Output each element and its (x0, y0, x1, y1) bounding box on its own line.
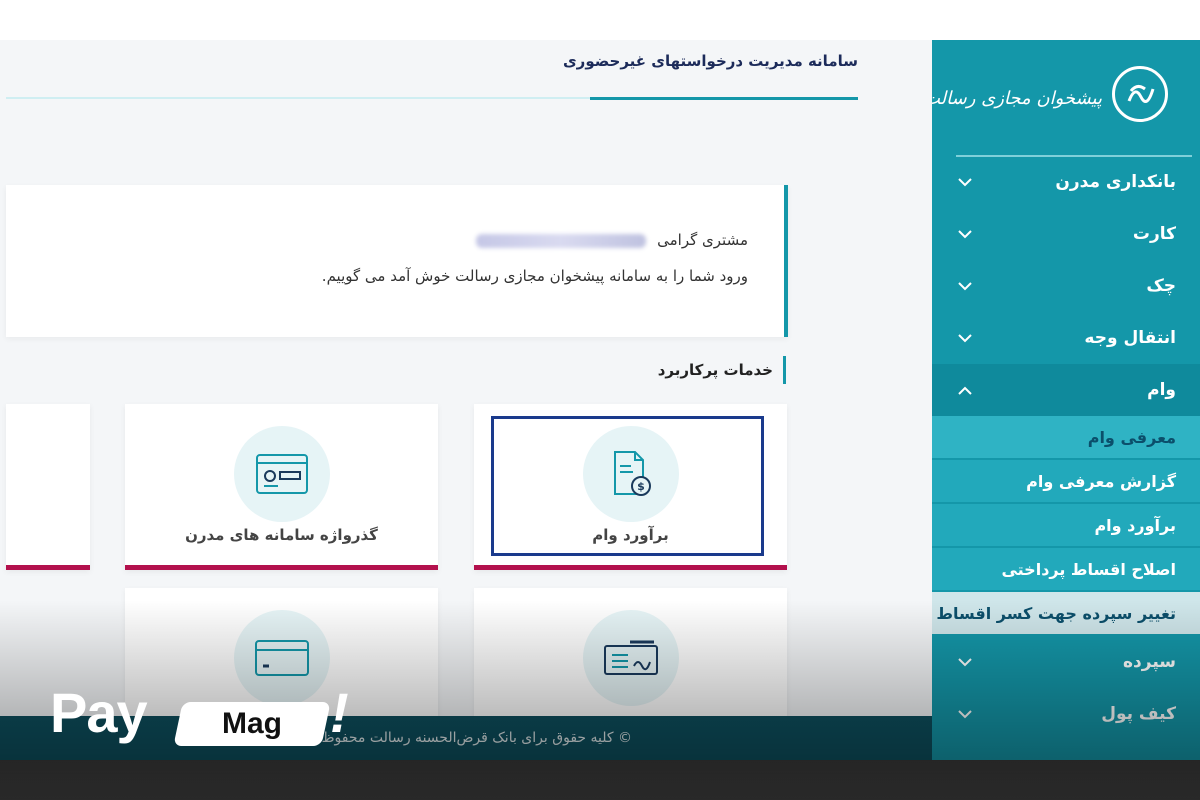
bank-logo-icon (1112, 66, 1168, 122)
greeting-line: مشتری گرامی (476, 231, 748, 249)
sidebar-item-label: کیف پول (1101, 704, 1176, 724)
sidebar-item-label: سپرده (1123, 652, 1176, 672)
id-card-icon (233, 426, 330, 522)
welcome-card: مشتری گرامی ورود شما را به سامانه پیشخوا… (6, 185, 788, 337)
logo-text: پیشخوان مجازی رسالت (932, 88, 1102, 109)
submenu-loan-intro-report[interactable]: گزارش معرفی وام (932, 460, 1200, 504)
bank-card-icon (233, 610, 330, 706)
sidebar-item-wallet[interactable]: کیف پول (932, 688, 1200, 740)
chevron-down-icon (954, 171, 976, 193)
chevron-up-icon (954, 379, 976, 401)
sidebar-item-label: چک (1146, 276, 1176, 296)
chevron-down-icon (954, 275, 976, 297)
services-section-title: خدمات پرکاربرد (658, 356, 786, 384)
logo-divider (956, 155, 1192, 157)
sidebar-item-loan[interactable]: وام (932, 364, 1200, 416)
chevron-down-icon (954, 651, 976, 673)
submenu-loan-estimate[interactable]: برآورد وام (932, 504, 1200, 548)
watermark-pay: Pay (50, 681, 148, 744)
sidebar-item-card[interactable]: کارت (932, 208, 1200, 260)
submenu-change-deposit[interactable]: تغییر سپرده جهت کسر اقساط (932, 592, 1200, 636)
cheque-icon (582, 610, 679, 706)
chevron-down-icon (954, 703, 976, 725)
sidebar-item-modern-banking[interactable]: بانکداری مدرن (932, 156, 1200, 208)
submenu-installment-correction[interactable]: اصلاح اقساط پرداختی (932, 548, 1200, 592)
chevron-down-icon (954, 327, 976, 349)
highlight-frame (491, 416, 764, 556)
sidebar-item-label: کارت (1132, 224, 1176, 244)
watermark-bang: ! (330, 681, 349, 744)
sidebar-item-transfer[interactable]: انتقال وجه (932, 312, 1200, 364)
sidebar-item-label: انتقال وجه (1084, 328, 1176, 348)
watermark-mag: Mag (222, 707, 282, 740)
sidebar: پیشخوان مجازی رسالت بانکداری مدرن کارت چ… (932, 40, 1200, 760)
welcome-message: ورود شما را به سامانه پیشخوان مجازی رسال… (321, 267, 748, 285)
submenu-loan-introduction[interactable]: معرفی وام (932, 416, 1200, 460)
copyright-text: © کلیه حقوق برای بانک قرض‌الحسنه رسالت م… (321, 730, 632, 746)
service-card-modern-password[interactable]: گذرواژه سامانه های مدرن (125, 404, 438, 570)
header-divider (6, 97, 590, 99)
service-card-partial[interactable] (6, 404, 90, 570)
bottom-strip (0, 760, 1200, 800)
sidebar-item-deposit[interactable]: سپرده (932, 636, 1200, 688)
blurred-customer-name (476, 233, 647, 248)
page-title: سامانه مدیریت درخواستهای غیرحضوری (562, 52, 858, 70)
modern-password-label: گذرواژه سامانه های مدرن (185, 526, 378, 544)
sidebar-item-label: وام (1147, 380, 1176, 400)
sidebar-item-label: بانکداری مدرن (1055, 172, 1176, 192)
sidebar-item-cheque[interactable]: چک (932, 260, 1200, 312)
logo-area: پیشخوان مجازی رسالت (932, 40, 1200, 157)
greeting-label: مشتری گرامی (657, 231, 748, 249)
chevron-down-icon (954, 223, 976, 245)
service-card-cheque[interactable] (474, 588, 787, 728)
watermark-mag-badge: Mag (173, 702, 331, 746)
header-underline (590, 97, 858, 100)
